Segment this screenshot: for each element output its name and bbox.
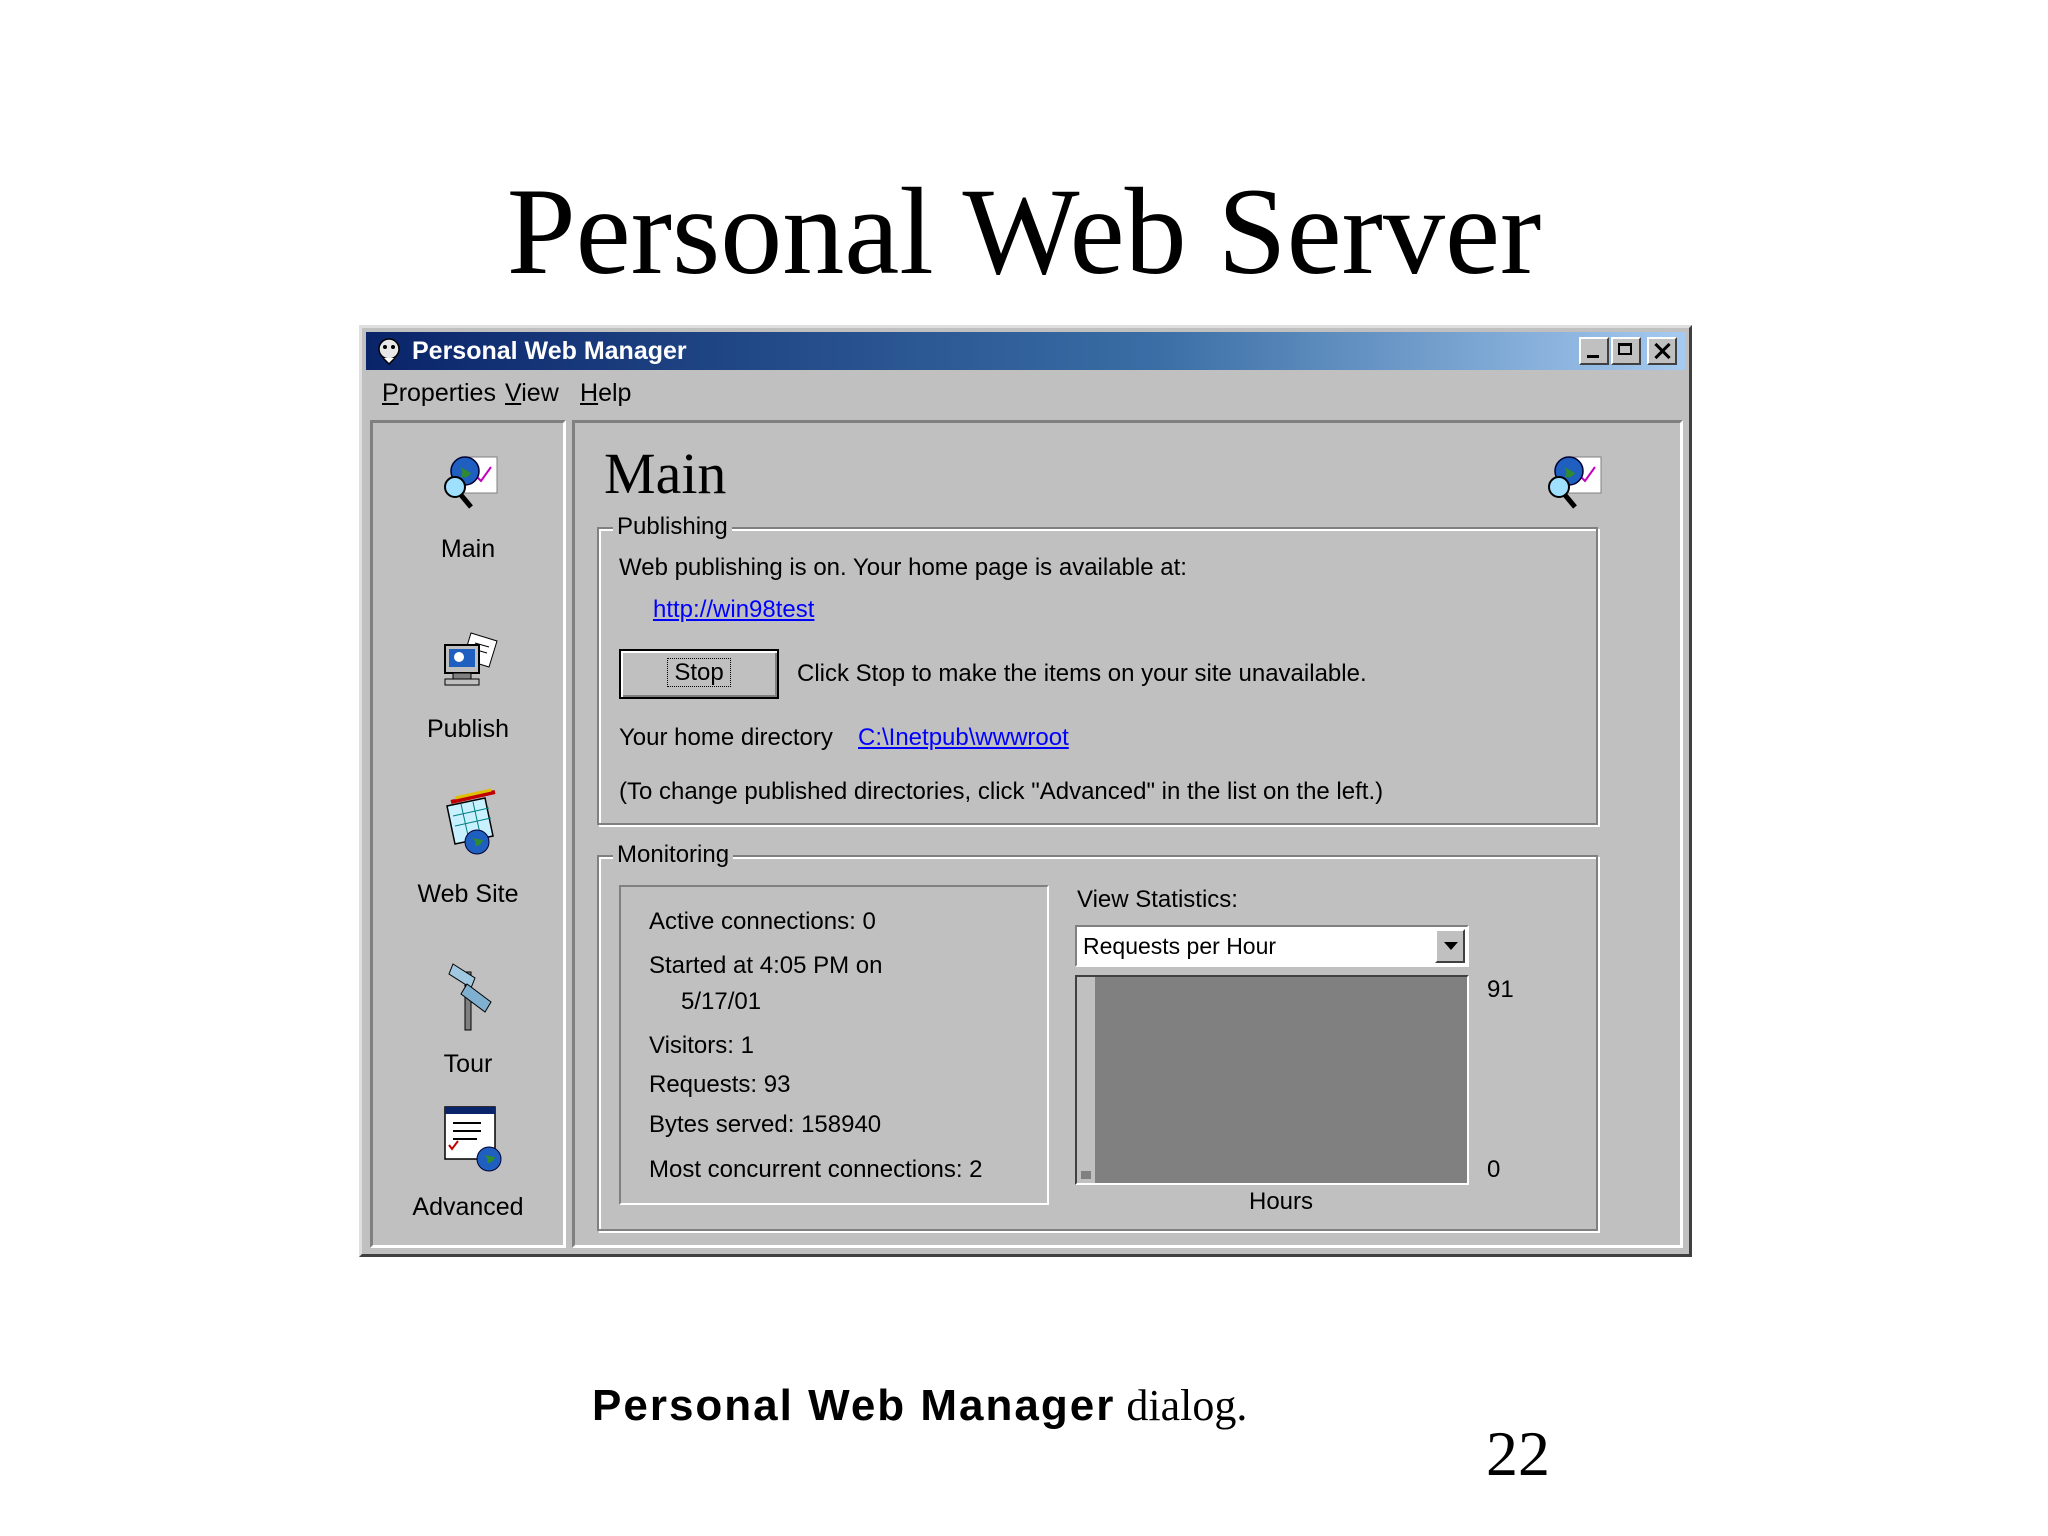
personal-web-manager-window: Personal Web Manager Properties View Hel… (359, 325, 1692, 1257)
view-statistics-label: View Statistics: (1077, 886, 1238, 913)
menu-view[interactable]: View (505, 376, 559, 410)
publishing-status-text: Web publishing is on. Your home page is … (619, 554, 1187, 581)
website-wizard-icon (446, 788, 496, 855)
caption-rest: dialog. (1115, 1381, 1248, 1430)
bytes-served-text: Bytes served: 158940 (649, 1111, 882, 1138)
visitors-text: Visitors: 1 (649, 1032, 754, 1059)
page-title: Main (604, 441, 727, 506)
home-directory-label: Your home directory (619, 724, 833, 751)
chevron-down-icon[interactable] (1435, 929, 1465, 963)
sidebar-item-label: Main (440, 535, 496, 563)
sidebar-item-label: Web Site (417, 880, 519, 908)
sidebar-item-label: Advanced (412, 1193, 524, 1221)
requests-text: Requests: 93 (649, 1071, 791, 1098)
view-statistics-value: Requests per Hour (1083, 933, 1277, 959)
scroll-thumb[interactable] (1081, 1171, 1091, 1179)
app-icon (378, 338, 400, 366)
sidebar-item-label: Tour (443, 1050, 493, 1078)
main-globe-magnifier-icon (444, 456, 498, 509)
publishing-group: Publishing Web publishing is on. Your ho… (597, 511, 1598, 825)
sidebar-item-tour[interactable]: Tour (373, 958, 563, 1108)
tour-signpost-icon (448, 963, 492, 1031)
active-connections-text: Active connections: 0 (649, 908, 876, 935)
graph-x-label: Hours (1249, 1188, 1314, 1215)
main-content: Main Publishing Web publishing is on. Yo… (572, 420, 1683, 1248)
menu-help[interactable]: Help (580, 376, 631, 410)
window-title: Personal Web Manager (412, 337, 687, 365)
started-date-text: 5/17/01 (681, 988, 762, 1015)
monitoring-group: Monitoring Active connections: 0 Started… (597, 839, 1598, 1231)
home-page-link[interactable]: http://win98test (653, 595, 814, 625)
sidebar-item-advanced[interactable]: Advanced (373, 1101, 563, 1251)
sidebar-item-publish[interactable]: Publish (373, 623, 563, 773)
sidebar-item-main[interactable]: Main (373, 443, 563, 593)
view-statistics-select[interactable]: Requests per Hour (1075, 925, 1469, 967)
page-number: 22 (1486, 1418, 1550, 1489)
stop-hint-text: Click Stop to make the items on your sit… (797, 660, 1367, 687)
max-concurrent-text: Most concurrent connections: 2 (649, 1156, 983, 1183)
publish-computer-icon (444, 632, 498, 686)
title-bar[interactable]: Personal Web Manager (366, 332, 1685, 370)
monitoring-legend: Monitoring (613, 839, 734, 871)
graph-min-label: 0 (1487, 1156, 1501, 1183)
caption-bold: Personal Web Manager (592, 1381, 1116, 1430)
graph-scrollbar[interactable] (1077, 977, 1097, 1183)
sidebar: Main Publish Web Site Tour Advanced (370, 420, 566, 1248)
advanced-note-text: (To change published directories, click … (619, 778, 1384, 805)
advanced-settings-icon (444, 1106, 502, 1172)
slide-caption: Personal Web Manager dialog. (592, 1380, 1247, 1432)
main-globe-magnifier-icon (1548, 456, 1602, 509)
stop-button[interactable]: Stop (619, 649, 779, 699)
slide-title: Personal Web Server (506, 163, 1542, 300)
graph-max-label: 91 (1487, 976, 1514, 1003)
minimize-button[interactable] (1579, 337, 1609, 365)
menu-bar: Properties View Help (366, 374, 1685, 414)
started-at-text: Started at 4:05 PM on (649, 952, 883, 979)
publishing-legend: Publishing (613, 511, 732, 543)
menu-properties[interactable]: Properties (382, 376, 496, 410)
maximize-button[interactable] (1611, 337, 1641, 365)
close-button[interactable] (1647, 337, 1677, 365)
requests-graph (1075, 975, 1469, 1185)
home-directory-link[interactable]: C:\Inetpub\wwwroot (858, 723, 1069, 753)
stats-panel: Active connections: 0 Started at 4:05 PM… (619, 885, 1049, 1205)
sidebar-item-label: Publish (427, 715, 509, 743)
sidebar-item-web-site[interactable]: Web Site (373, 788, 563, 938)
